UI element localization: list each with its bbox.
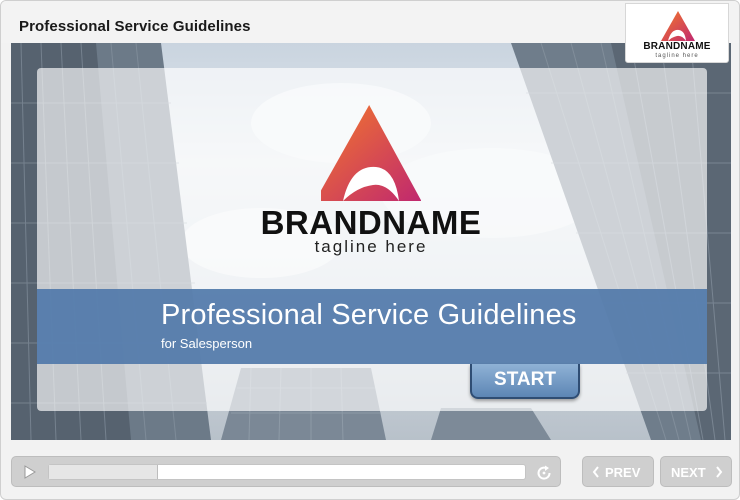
course-player: Professional Service Guidelines BRANDNAM…	[0, 0, 740, 500]
corner-brand-logo: BRANDNAME tagline here	[625, 3, 729, 63]
prev-label: PREV	[605, 465, 641, 480]
corner-brand-name: BRANDNAME	[643, 41, 711, 52]
course-title: Professional Service Guidelines	[19, 18, 251, 35]
playback-bar	[11, 456, 561, 487]
brand-logo: BRANDNAME tagline here	[11, 103, 731, 263]
play-icon[interactable]	[20, 464, 38, 480]
brand-triangle-icon	[321, 105, 421, 201]
chevron-right-icon	[716, 466, 723, 478]
progress-slider[interactable]	[48, 464, 526, 480]
next-label: NEXT	[671, 465, 706, 480]
slide-title: Professional Service Guidelines	[161, 299, 577, 331]
brand-tagline: tagline here	[314, 237, 428, 256]
title-banner: Professional Service Guidelines for Sale…	[37, 289, 707, 364]
player-controls: PREV NEXT	[1, 449, 739, 499]
corner-brand-tagline: tagline here	[655, 53, 699, 59]
progress-fill	[49, 465, 159, 479]
slide-subtitle: for Salesperson	[161, 336, 253, 351]
slide-stage: BRANDNAME tagline here Professional Serv…	[11, 43, 731, 440]
start-button[interactable]: START	[470, 364, 580, 399]
replay-icon[interactable]	[534, 463, 554, 483]
next-button[interactable]: NEXT	[660, 456, 732, 487]
prev-button[interactable]: PREV	[582, 456, 654, 487]
brand-triangle-icon	[661, 11, 695, 41]
chevron-left-icon	[592, 466, 599, 478]
